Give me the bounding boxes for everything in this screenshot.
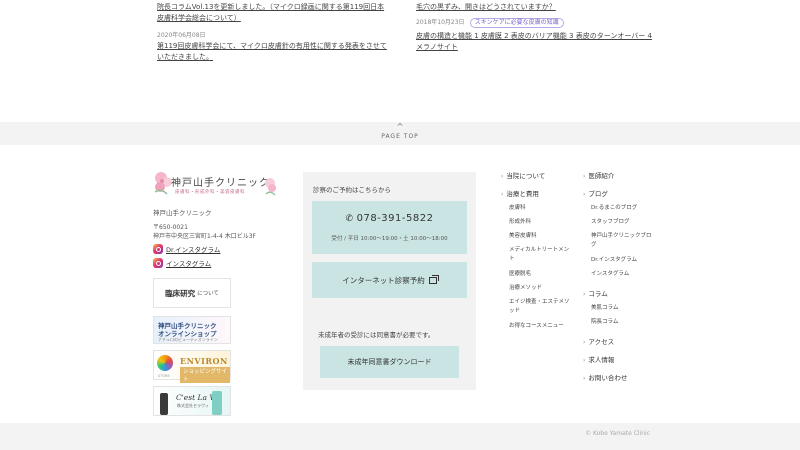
nav-contact[interactable]: › お問い合わせ bbox=[583, 372, 627, 382]
phone-number: 078-391-5822 bbox=[356, 213, 434, 224]
environ-title: ENVIRON bbox=[180, 356, 228, 366]
instagram-icon bbox=[153, 244, 163, 254]
nav-contact-label: お問い合わせ bbox=[588, 374, 628, 382]
external-window-icon bbox=[428, 274, 439, 284]
minor-consent-note: 未成年者の受診には同意書が必要です。 bbox=[318, 331, 435, 339]
nav-treatment-label: 治療と費用 bbox=[506, 190, 539, 198]
nav-sub-dermatology[interactable]: 皮膚科 bbox=[509, 204, 573, 213]
nav-access[interactable]: › アクセス bbox=[583, 336, 614, 346]
nav-recruit[interactable]: › 求人情報 bbox=[583, 354, 614, 364]
clinic-address: 神戸市中央区三宮町1-4-4 木口ビル3F bbox=[153, 233, 256, 240]
chevron-right-icon: › bbox=[501, 191, 504, 198]
research-suffix: について bbox=[197, 291, 219, 297]
chevron-right-icon: › bbox=[583, 357, 586, 364]
nav-sub-age-test[interactable]: エイジ検査・エステメソッド bbox=[509, 298, 573, 316]
nav-doctors-label: 医師紹介 bbox=[588, 172, 615, 180]
web-reservation-label: インターネット診察予約 bbox=[342, 275, 425, 285]
chevron-right-icon: › bbox=[583, 291, 586, 298]
phone-reservation-button[interactable]: ✆ 078-391-5822 受付 / 平日 10:00〜19:00・土 10:0… bbox=[312, 201, 467, 254]
instagram-link[interactable]: インスタグラム bbox=[153, 258, 211, 268]
nav-blog[interactable]: › ブログ bbox=[583, 188, 608, 198]
instagram-icon bbox=[153, 258, 163, 268]
flower-icon bbox=[265, 178, 276, 196]
dr-instagram-link[interactable]: Dr.インスタグラム bbox=[153, 244, 220, 254]
nav-treatment[interactable]: › 治療と費用 bbox=[501, 188, 539, 198]
nav-sub-course-menu[interactable]: お得なコースメニュー bbox=[509, 322, 573, 331]
nav-sub-treatment-method[interactable]: 治療メソッド bbox=[509, 284, 573, 293]
nav-sub-clinic-blog[interactable]: 神戸山手クリニックブログ bbox=[591, 232, 655, 250]
nav-sub-director-column[interactable]: 院長コラム bbox=[591, 318, 655, 327]
nav-sub-hair-removal[interactable]: 医療脱毛 bbox=[509, 270, 573, 279]
nav-sub-instagram[interactable]: インスタグラム bbox=[591, 270, 655, 279]
nav-sub-medical-treatment[interactable]: メディカルトリートメント bbox=[509, 246, 573, 264]
nav-doctors[interactable]: › 医師紹介 bbox=[583, 170, 614, 180]
postal-code: 〒650-0021 bbox=[153, 224, 188, 231]
news-date: 2020年06月08日 bbox=[157, 32, 206, 39]
nav-about-label: 当院について bbox=[506, 172, 546, 180]
clinic-logo[interactable]: 神戸山手クリニック 皮膚科・形成外科・美容皮膚科 bbox=[153, 170, 278, 202]
nav-sub-dr-instagram[interactable]: Dr.インスタグラム bbox=[591, 256, 655, 265]
research-title: 臨床研究 bbox=[165, 288, 196, 298]
instagram-label: インスタグラム bbox=[166, 260, 212, 268]
reservation-title: 診察のご予約はこちらから bbox=[313, 186, 391, 194]
chevron-right-icon: › bbox=[583, 339, 586, 346]
news-category-tag[interactable]: スキンケアに必要な皮膚の知識 bbox=[469, 18, 564, 28]
product-bottle-icon bbox=[212, 391, 222, 415]
nav-sub-cosmetic-dermatology[interactable]: 美容皮膚科 bbox=[509, 232, 573, 241]
news-link[interactable]: 毛穴の黒ずみ、開きはどうされていますか？ bbox=[416, 2, 656, 13]
online-shop-banner[interactable]: 神戸山手クリニック オンラインショップ ナチュロのビューティオンライン bbox=[153, 316, 231, 344]
shop-line3: ナチュロのビューティオンライン bbox=[158, 337, 218, 342]
phone-number-row: ✆ 078-391-5822 bbox=[312, 213, 467, 224]
cestlavie-banner[interactable]: C'est La Vie 株式会社セラヴィ bbox=[153, 386, 231, 416]
chevron-up-icon: ^ bbox=[396, 122, 404, 131]
news-link[interactable]: 皮膚の構造と機能 1 皮膚膜 2 表皮のバリア機能 3 表皮のターンオーバー 4… bbox=[416, 31, 656, 53]
web-reservation-button[interactable]: インターネット診察予約 bbox=[312, 262, 467, 298]
nav-blog-label: ブログ bbox=[588, 190, 608, 198]
news-link[interactable]: 院長コラムVol.13を更新しました。（マイクロ録画に関する第119回日本皮膚科… bbox=[157, 2, 387, 24]
nav-about[interactable]: › 当院について bbox=[501, 170, 545, 180]
product-bottle-icon bbox=[160, 393, 168, 415]
news-date: 2018年10月23日 bbox=[416, 19, 465, 26]
consent-download-button[interactable]: 未成年同意書ダウンロード bbox=[320, 346, 459, 378]
nav-recruit-label: 求人情報 bbox=[588, 356, 615, 364]
nav-column-label: コラム bbox=[588, 290, 608, 298]
page-top-label: PAGE TOP bbox=[381, 133, 419, 140]
copyright-band: © Kobe Yamate Clinic bbox=[0, 423, 800, 450]
environ-shop-banner[interactable]: ENVIRON ショッピングサイト STORE bbox=[153, 350, 231, 383]
clinic-name: 神戸山手クリニック bbox=[153, 209, 212, 217]
chevron-right-icon: › bbox=[501, 173, 504, 180]
environ-store: STORE bbox=[158, 374, 170, 378]
news-meta: 2018年10月23日 スキンケアに必要な皮膚の知識 bbox=[416, 18, 564, 28]
dr-instagram-label: Dr.インスタグラム bbox=[166, 246, 221, 254]
environ-logo-icon bbox=[157, 355, 173, 371]
environ-subtitle: ショッピングサイト bbox=[180, 367, 230, 383]
brand-subtitle: 皮膚科・形成外科・美容皮膚科 bbox=[175, 190, 245, 195]
clinical-research-banner[interactable]: 臨床研究 について bbox=[153, 278, 231, 308]
phone-icon: ✆ bbox=[345, 214, 354, 224]
nav-sub-dr-blog[interactable]: Dr.るまこのブログ bbox=[591, 204, 655, 213]
page-top-band: ^ PAGE TOP bbox=[0, 122, 800, 145]
page-top-button[interactable]: ^ PAGE TOP bbox=[0, 123, 800, 142]
copyright-text: © Kobe Yamate Clinic bbox=[585, 430, 650, 437]
footer: 神戸山手クリニック 皮膚科・形成外科・美容皮膚科 神戸山手クリニック 〒650-… bbox=[0, 145, 800, 423]
nav-sub-beauty-column[interactable]: 美肌コラム bbox=[591, 304, 655, 313]
news-area: 院長コラムVol.13を更新しました。（マイクロ録画に関する第119回日本皮膚科… bbox=[0, 0, 800, 122]
nav-column[interactable]: › コラム bbox=[583, 288, 608, 298]
nav-sub-plastic-surgery[interactable]: 形成外科 bbox=[509, 218, 573, 227]
cestlavie-subtitle: 株式会社セラヴィ bbox=[177, 403, 209, 408]
nav-sub-staff-blog[interactable]: スタッフブログ bbox=[591, 218, 655, 227]
nav-access-label: アクセス bbox=[588, 338, 615, 346]
chevron-right-icon: › bbox=[583, 173, 586, 180]
reception-hours: 受付 / 平日 10:00〜19:00・土 10:00〜18:00 bbox=[331, 236, 448, 242]
chevron-right-icon: › bbox=[583, 191, 586, 198]
chevron-right-icon: › bbox=[583, 375, 586, 382]
news-link[interactable]: 第119回皮膚科学会にて、マイクロ皮膚針の有用性に関する発表をさせていただきまし… bbox=[157, 41, 387, 63]
brand-name: 神戸山手クリニック bbox=[171, 178, 270, 189]
